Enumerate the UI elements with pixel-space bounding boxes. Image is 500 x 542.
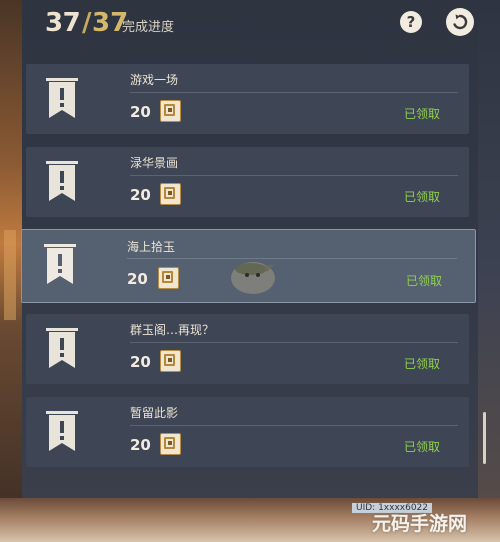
divider <box>130 425 458 426</box>
reward-amount: 20 <box>130 186 151 204</box>
primogem-reward-icon <box>160 100 181 122</box>
status-claimed: 已领取 <box>404 107 441 121</box>
divider <box>130 175 458 176</box>
question-icon: ? <box>406 13 416 31</box>
background-left <box>0 0 22 542</box>
primogem-reward-icon <box>158 267 179 289</box>
progress-separator: / <box>82 8 92 38</box>
primogem-reward-icon <box>160 433 181 455</box>
companion-sprite-icon <box>231 262 275 294</box>
progress-current: 37 <box>45 8 81 38</box>
divider <box>130 92 458 93</box>
achievement-title: 暂留此影 <box>130 406 179 420</box>
primogem-reward-icon <box>160 183 181 205</box>
achievement-title: 游戏一场 <box>130 73 179 87</box>
achievement-title: 群玉阁…再现？ <box>130 323 215 337</box>
divider <box>130 342 458 343</box>
banner-exclamation-icon <box>46 328 78 368</box>
achievement-card[interactable]: 暂留此影 20 已领取 <box>26 397 469 467</box>
banner-exclamation-icon <box>46 78 78 118</box>
status-claimed: 已领取 <box>404 190 441 204</box>
background-right <box>478 0 500 542</box>
reward-amount: 20 <box>130 436 151 454</box>
banner-exclamation-icon <box>46 411 78 451</box>
progress-label: 完成进度 <box>122 20 175 35</box>
status-claimed: 已领取 <box>406 274 443 288</box>
reward-amount: 20 <box>130 103 151 121</box>
banner-exclamation-icon <box>44 244 76 284</box>
scrollbar[interactable] <box>483 412 486 464</box>
reward-amount: 20 <box>127 270 148 288</box>
achievement-title: 渌华景画 <box>130 156 179 170</box>
reward-amount: 20 <box>130 353 151 371</box>
help-button[interactable]: ? <box>400 11 422 33</box>
watermark: 元码手游网 <box>372 513 468 535</box>
achievement-card[interactable]: 群玉阁…再现？ 20 已领取 <box>26 314 469 384</box>
banner-exclamation-icon <box>46 161 78 201</box>
back-arrow-icon <box>453 14 468 30</box>
header: 37 / 37 完成进度 ? <box>22 0 478 50</box>
status-claimed: 已领取 <box>404 357 441 371</box>
status-claimed: 已领取 <box>404 440 441 454</box>
achievement-title: 海上拾玉 <box>127 240 176 254</box>
back-button[interactable] <box>446 8 474 36</box>
achievement-card[interactable]: 游戏一场 20 已领取 <box>26 64 469 134</box>
achievement-card[interactable]: 渌华景画 20 已领取 <box>26 147 469 217</box>
divider <box>127 258 457 259</box>
primogem-reward-icon <box>160 350 181 372</box>
